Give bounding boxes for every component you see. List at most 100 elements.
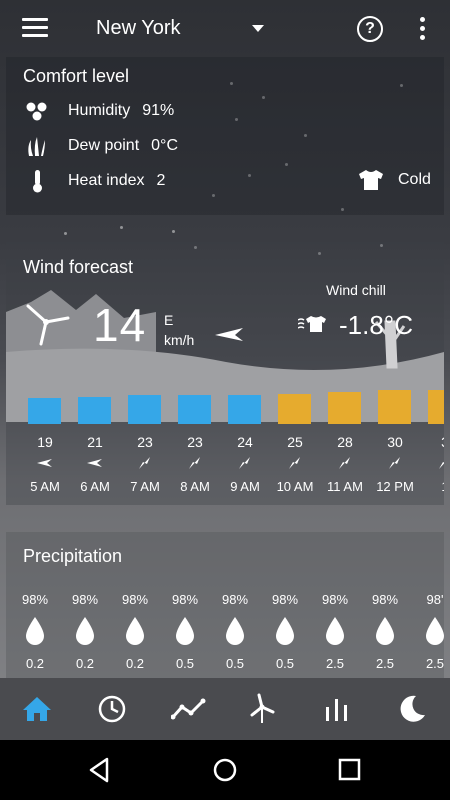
wind-chill-value: -1.8°C — [339, 310, 413, 340]
nav-graph[interactable] — [150, 678, 225, 740]
raindrop-icon — [76, 617, 94, 645]
wind-hour-speed: 21 — [87, 434, 103, 450]
city-name[interactable]: New York — [96, 17, 181, 40]
wind-hour-speed: 23 — [187, 434, 203, 450]
precip-hour-column: 98% 0.5 — [260, 592, 310, 672]
nav-wind[interactable] — [225, 678, 300, 740]
precip-hour-column: 98% 0.5 — [160, 592, 210, 672]
precip-amount: 0.2 — [75, 656, 95, 671]
precip-hour-column: 98% 0.2 — [60, 592, 110, 672]
trend-line-icon — [171, 698, 206, 720]
moon-icon — [400, 695, 425, 722]
comfort-level-card: Comfort level Humidity 91% Dew point 0°C… — [6, 57, 444, 215]
dew-point-value: 0°C — [151, 137, 179, 154]
nav-bars[interactable] — [300, 678, 375, 740]
wind-direction-arrow-icon — [439, 462, 444, 469]
precip-probability: 98% — [21, 592, 49, 607]
comfort-title: Comfort level — [23, 66, 130, 86]
wind-turbine-icon — [26, 304, 70, 346]
wind-hour-speed: 28 — [337, 434, 353, 450]
raindrop-icon — [26, 617, 44, 645]
recents-square-icon[interactable] — [335, 755, 365, 785]
raindrop-icon — [276, 617, 294, 645]
precip-amount: 0.5 — [175, 656, 195, 671]
precip-hour-column: 98% 2.5 — [310, 592, 360, 672]
wind-turbine-icon — [250, 693, 275, 723]
wind-speed-bar — [28, 398, 61, 424]
precip-amount: 0.2 — [25, 656, 45, 671]
wind-hour-column: 23 7 AM — [120, 372, 170, 497]
heat-index-label: Heat index — [68, 172, 145, 189]
feel-indicator: Cold — [358, 169, 431, 191]
precip-probability: 98' — [426, 592, 444, 607]
nav-home[interactable] — [0, 678, 75, 740]
wind-direction-arrow-icon — [139, 457, 150, 469]
wind-speed-bar — [428, 390, 444, 424]
nav-moon[interactable] — [375, 678, 450, 740]
dew-point-row: Dew point 0°C — [23, 134, 178, 158]
wind-direction-arrow-icon — [339, 457, 350, 469]
raindrop-icon — [326, 617, 344, 645]
feel-text: Cold — [398, 171, 431, 188]
humidity-icon — [23, 99, 51, 123]
heat-index-row: Heat index 2 — [23, 169, 165, 193]
raindrop-icon — [426, 617, 444, 645]
home-circle-icon[interactable] — [210, 755, 240, 785]
back-icon[interactable] — [85, 755, 115, 785]
precip-hour-column: 98% 0.5 — [210, 592, 260, 672]
raindrop-icon — [176, 617, 194, 645]
wind-hour-column: 31 — [420, 372, 444, 497]
raindrop-icon — [226, 617, 244, 645]
thermometer-icon — [23, 169, 51, 193]
wind-hour-column: 25 10 AM — [270, 372, 320, 497]
wind-hour-column: 23 8 AM — [170, 372, 220, 497]
nav-hourly[interactable] — [75, 678, 150, 740]
precip-probability: 98% — [71, 592, 99, 607]
wind-direction: E — [164, 312, 174, 328]
hamburger-menu-icon[interactable] — [22, 18, 48, 38]
precip-amount: 2.5 — [325, 656, 345, 671]
wind-speed: 14 — [93, 299, 147, 351]
wind-direction-arrow-icon — [37, 459, 52, 467]
humidity-row: Humidity 91% — [23, 99, 174, 123]
humidity-label: Humidity — [68, 102, 131, 119]
hourly-wind-strip[interactable]: 19 5 AM 21 6 AM 23 7 AM 23 8 AM 24 9 AM 25 10 AM 28 1… — [6, 372, 444, 497]
wind-direction-arrow-icon — [239, 457, 250, 469]
precip-amount: 0.2 — [125, 656, 145, 671]
wind-speed-bar — [178, 395, 211, 424]
precip-hour-column: 98% 0.2 — [110, 592, 160, 672]
wind-direction-arrow-icon — [87, 459, 102, 467]
wind-chill-shirt-icon — [298, 316, 326, 332]
precip-probability: 98% — [321, 592, 349, 607]
wind-direction-arrow-icon — [189, 457, 200, 469]
wind-hour-speed: 30 — [387, 434, 403, 450]
help-circle-icon[interactable]: ? — [357, 16, 383, 42]
wind-hour-speed: 25 — [287, 434, 303, 450]
precip-amount: 2.5 — [375, 656, 395, 671]
precip-probability: 98% — [171, 592, 199, 607]
dew-grass-icon — [23, 134, 51, 158]
wind-direction-arrow-icon — [215, 328, 243, 341]
more-vert-icon[interactable] — [418, 17, 426, 41]
precip-probability: 98% — [371, 592, 399, 607]
wind-hour-column: 28 11 AM — [320, 372, 370, 497]
hourly-precipitation-strip[interactable]: 98% 0.2 98% 0.2 98% 0.2 98% 0.5 98% 0.5 98% 0.5 98% 2… — [6, 532, 444, 678]
system-navigation-bar — [0, 740, 450, 800]
wind-speed-bar — [228, 395, 261, 424]
wind-speed-bar — [378, 390, 411, 424]
dew-point-label: Dew point — [68, 137, 140, 154]
wind-hour-column: 30 12 PM — [370, 372, 420, 497]
wind-forecast-card: Wind forecast 14 E km/h Wind chill -1.8°… — [6, 242, 444, 505]
raindrop-icon — [126, 617, 144, 645]
wind-hour-column: 21 6 AM — [70, 372, 120, 497]
wind-direction-arrow-icon — [289, 457, 300, 469]
wind-speed-bar — [328, 392, 361, 424]
precipitation-card: Precipitation 98% 0.2 98% 0.2 98% 0.2 98% 0.5 98… — [6, 532, 444, 678]
home-icon — [23, 697, 51, 721]
wind-chill-label: Wind chill — [326, 282, 386, 298]
wind-speed-bar — [128, 395, 161, 424]
precip-probability: 98% — [121, 592, 149, 607]
chevron-down-icon[interactable] — [252, 25, 264, 32]
bottom-navigation — [0, 678, 450, 740]
shirt-icon — [359, 170, 383, 190]
